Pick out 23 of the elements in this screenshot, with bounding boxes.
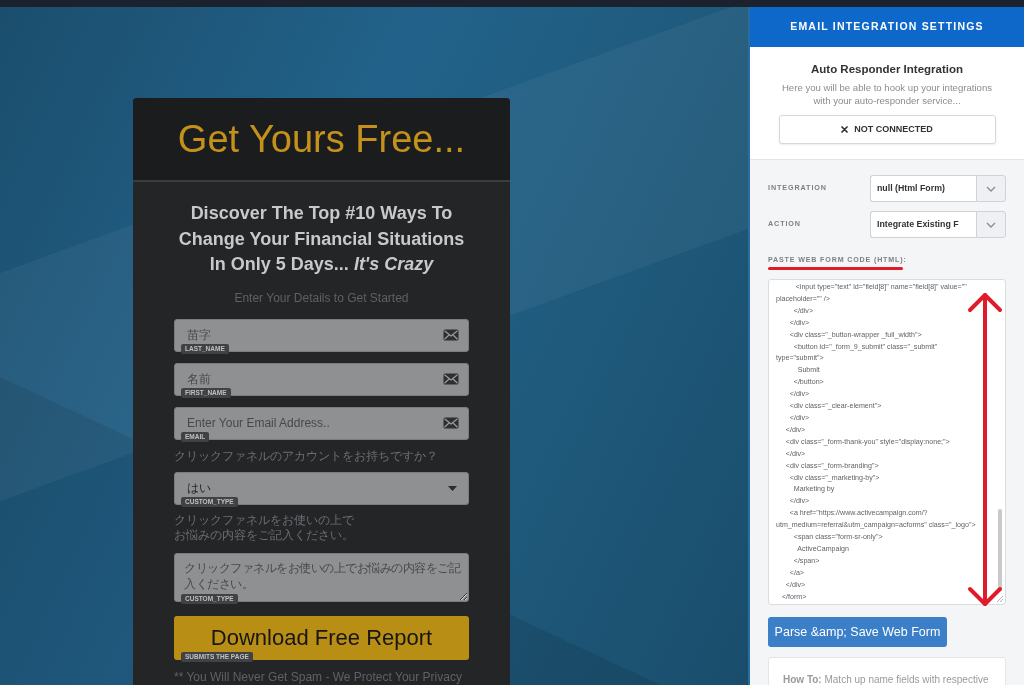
- resize-grip-icon: [996, 595, 1003, 602]
- setting-select[interactable]: null (Html Form): [870, 175, 976, 202]
- section-title: Auto Responder Integration: [809, 62, 965, 77]
- envelope-icon: [443, 416, 459, 429]
- envelope-icon: [443, 328, 459, 341]
- not-connected-button[interactable]: NOT CONNECTED: [778, 115, 996, 144]
- headline-text: Discover The Top #10 Ways To Change Your Financial Situations In Only 5 Days... It's Crazy: [177, 202, 466, 276]
- question-label: クリックファネルのアカウントをお持ちですか？: [174, 448, 439, 464]
- setting-select[interactable]: Integrate Existing F: [870, 211, 976, 238]
- envelope-icon: [443, 372, 459, 385]
- caret-down-icon: [448, 485, 457, 491]
- parse-save-button[interactable]: Parse &amp; Save Web Form: [768, 617, 947, 647]
- how-to-text: How To: Match up name fields with respective: [768, 657, 1006, 685]
- section-description: Here you will be able to hook up your integrations with your auto-responder service...: [780, 81, 994, 107]
- intro-text: Enter Your Details to Get Started: [233, 289, 410, 306]
- privacy-note: ** You Will Never Get Spam - We Protect Your Privacy: [174, 669, 463, 684]
- cross-icon: [841, 126, 849, 133]
- panel-title: EMAIL INTEGRATION SETTINGS: [750, 7, 1024, 47]
- chevron-down-icon: [986, 185, 996, 192]
- dropdown-toggle[interactable]: [976, 211, 1006, 238]
- form-title: Get Yours Free...: [177, 117, 466, 161]
- dropdown-toggle[interactable]: [976, 175, 1006, 202]
- chevron-down-icon: [986, 221, 996, 228]
